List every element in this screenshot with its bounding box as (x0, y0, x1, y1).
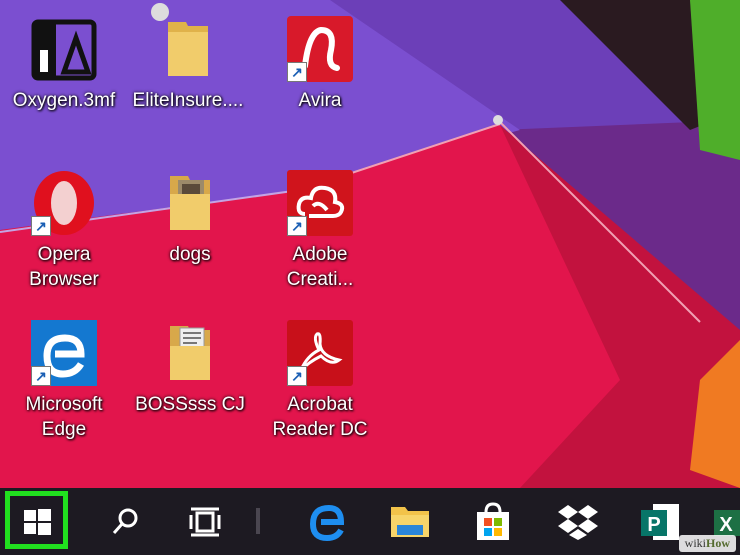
oxygen-3mf-file-icon (29, 14, 99, 84)
taskbar-file-explorer[interactable] (378, 488, 442, 555)
taskbar-separator (256, 508, 260, 534)
edge-icon: ↗ (29, 318, 99, 388)
acrobat-reader-icon: ↗ (285, 318, 355, 388)
desktop-icon-label: BOSSsss CJ (135, 394, 245, 415)
start-button-highlight (5, 491, 68, 549)
folder-icon (155, 318, 225, 388)
folder-icon (153, 14, 223, 84)
task-view-button[interactable] (175, 488, 235, 555)
shortcut-arrow-icon: ↗ (31, 216, 51, 236)
desktop-icon-edge[interactable]: ↗ Microsoft Edge (4, 318, 124, 442)
shortcut-arrow-icon: ↗ (287, 216, 307, 236)
desktop-icon-avira[interactable]: ↗ Avira (260, 14, 380, 113)
shortcut-arrow-icon: ↗ (31, 366, 51, 386)
microsoft-store-icon (477, 501, 509, 540)
desktop-icon-label: EliteInsure.... (132, 90, 244, 111)
desktop-icon-label: Oxygen.3mf (12, 90, 116, 111)
task-view-icon (189, 507, 221, 536)
desktop-icon-label: Acrobat Reader DC (272, 394, 368, 440)
desktop-icon-label: Opera Browser (29, 244, 99, 290)
shortcut-arrow-icon: ↗ (287, 62, 307, 82)
svg-text:P: P (647, 514, 660, 536)
desktop-icon-label: Avira (298, 90, 342, 111)
search-icon (112, 508, 138, 534)
opera-icon: ↗ (29, 168, 99, 238)
desktop-icon-label: dogs (169, 244, 211, 265)
desktop-icon-eliteinsure[interactable]: EliteInsure.... (128, 14, 248, 113)
file-explorer-icon (391, 506, 429, 537)
folder-icon (155, 168, 225, 238)
search-button[interactable] (95, 488, 155, 555)
publisher-icon: P (641, 503, 679, 540)
adobe-creative-cloud-icon: ↗ (285, 168, 355, 238)
edge-icon (309, 504, 345, 541)
desktop-icon-oxygen[interactable]: Oxygen.3mf (4, 14, 124, 113)
desktop-icon-dogs[interactable]: dogs (130, 168, 250, 267)
desktop-icon-label: Microsoft Edge (25, 394, 103, 440)
avira-icon: ↗ (285, 14, 355, 84)
taskbar: P X (0, 488, 740, 555)
dropbox-icon (558, 504, 598, 540)
desktop-icon-label: Adobe Creati... (286, 244, 354, 290)
svg-text:X: X (719, 514, 733, 536)
desktop-icon-bosssss[interactable]: BOSSsss CJ (130, 318, 250, 417)
desktop-icon-adobe-cc[interactable]: ↗ Adobe Creati... (260, 168, 380, 292)
taskbar-dropbox[interactable] (546, 488, 610, 555)
taskbar-microsoft-store[interactable] (461, 488, 525, 555)
wikihow-watermark: wikiHow (678, 535, 736, 552)
desktop-icon-acrobat[interactable]: ↗ Acrobat Reader DC (260, 318, 380, 442)
desktop-icon-opera[interactable]: ↗ Opera Browser (4, 168, 124, 292)
taskbar-edge[interactable] (295, 488, 359, 555)
shortcut-arrow-icon: ↗ (287, 366, 307, 386)
